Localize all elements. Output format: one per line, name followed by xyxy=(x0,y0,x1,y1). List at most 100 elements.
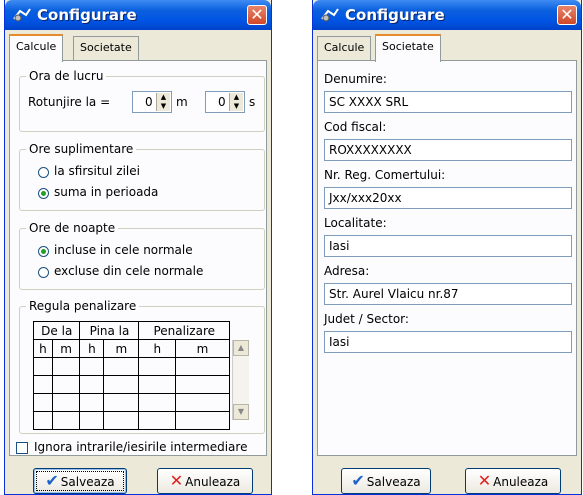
cell[interactable] xyxy=(138,393,177,412)
group-label: Ore de noapte xyxy=(26,221,119,235)
cod-fiscal-label: Cod fiscal: xyxy=(324,120,387,134)
window-title: Configurare xyxy=(345,6,445,24)
header-penalizare: Penalizare xyxy=(138,321,230,340)
adresa-field[interactable]: Str. Aurel Vlaicu nr.87 xyxy=(324,283,572,305)
radio-excluse[interactable] xyxy=(38,267,49,278)
cell[interactable] xyxy=(33,357,53,376)
cancel-label: Anuleaza xyxy=(185,475,241,489)
close-button[interactable]: ✕ xyxy=(247,5,267,25)
table-row[interactable] xyxy=(33,375,230,394)
localitate-field[interactable]: Iasi xyxy=(324,235,572,257)
cancel-button[interactable]: ✕ Anuleaza xyxy=(157,468,253,494)
minutes-unit: m xyxy=(176,95,188,109)
save-button[interactable]: ✔ Salveaza xyxy=(33,468,127,494)
subheader-cell: m xyxy=(103,339,140,358)
cancel-label: Anuleaza xyxy=(493,475,549,489)
cell[interactable] xyxy=(175,411,230,430)
nr-reg-comertului-field[interactable]: Jxx/xxx20xx xyxy=(324,187,572,209)
ora-de-lucru-group: Ora de lucru Rotunjire la = 0 ▲ ▼ m 0 ▲ ▼ … xyxy=(19,69,265,132)
cell[interactable] xyxy=(51,411,81,430)
scroll-down-icon[interactable]: ▼ xyxy=(233,404,249,420)
table-subheader-row: h m h m h m xyxy=(33,339,230,358)
cell[interactable] xyxy=(33,393,53,412)
cell[interactable] xyxy=(138,411,177,430)
radio-label: incluse in cele normale xyxy=(54,243,193,257)
cell[interactable] xyxy=(33,411,53,430)
cell[interactable] xyxy=(175,393,230,412)
cell[interactable] xyxy=(33,375,53,394)
cell[interactable] xyxy=(175,375,230,394)
configurare-window-societate: Configurare ✕ Calcule Societate Denumire… xyxy=(312,0,582,495)
app-icon xyxy=(321,8,339,22)
scroll-up-icon[interactable]: ▲ xyxy=(233,340,249,356)
localitate-label: Localitate: xyxy=(324,216,387,230)
table-row[interactable] xyxy=(33,357,230,376)
title-bar[interactable]: Configurare ✕ xyxy=(313,0,581,30)
save-label: Salveaza xyxy=(366,475,421,489)
title-bar[interactable]: Configurare ✕ xyxy=(5,0,271,30)
checkmark-icon: ✔ xyxy=(45,471,59,490)
subheader-cell: h xyxy=(138,339,177,358)
denumire-label: Denumire: xyxy=(324,72,387,86)
denumire-field[interactable]: SC XXXX SRL xyxy=(324,91,572,113)
tab-calcule[interactable]: Calcule xyxy=(9,34,64,62)
rotunjire-label: Rotunjire la = xyxy=(28,95,111,109)
cell[interactable] xyxy=(51,375,81,394)
radio-incluse[interactable] xyxy=(38,246,49,257)
judet-sector-field[interactable]: Iasi xyxy=(324,331,572,353)
cell[interactable] xyxy=(79,411,105,430)
close-icon: ✕ xyxy=(250,5,264,24)
cell[interactable] xyxy=(103,357,140,376)
radio-label: suma in perioada xyxy=(54,185,159,199)
app-icon xyxy=(13,8,31,22)
close-button[interactable]: ✕ xyxy=(557,5,577,25)
cell[interactable] xyxy=(51,357,81,376)
ignora-label: Ignora intrarile/iesirile intermediare xyxy=(34,440,248,454)
penalizare-table[interactable]: De la Pina la Penalizare h m h m h m xyxy=(32,321,230,430)
tab-societate[interactable]: Societate xyxy=(73,36,139,60)
minutes-spinner[interactable]: 0 ▲ ▼ xyxy=(132,91,172,113)
judet-sector-label: Judet / Sector: xyxy=(324,312,409,326)
cancel-button[interactable]: ✕ Anuleaza xyxy=(465,468,561,494)
tab-calcule[interactable]: Calcule xyxy=(317,36,372,60)
table-row[interactable] xyxy=(33,393,230,412)
group-label: Regula penalizare xyxy=(26,299,140,313)
header-pina-la: Pina la xyxy=(79,321,140,340)
header-de-la: De la xyxy=(32,321,81,340)
cell[interactable] xyxy=(103,411,140,430)
radio-la-sfirsitul-zilei[interactable] xyxy=(38,167,49,178)
subheader-cell: h xyxy=(33,339,53,358)
cell[interactable] xyxy=(79,393,105,412)
seconds-value: 0 xyxy=(218,95,226,109)
group-label: Ora de lucru xyxy=(26,69,107,83)
subheader-cell: m xyxy=(175,339,230,358)
seconds-unit: s xyxy=(249,95,256,109)
cell[interactable] xyxy=(138,375,177,394)
radio-suma-in-perioada[interactable] xyxy=(38,188,49,199)
cod-fiscal-field[interactable]: ROXXXXXXXX xyxy=(324,139,572,161)
subheader-cell: h xyxy=(79,339,105,358)
table-row[interactable] xyxy=(33,411,230,430)
adresa-label: Adresa: xyxy=(324,264,370,278)
save-button[interactable]: ✔ Salveaza xyxy=(341,468,431,494)
ignora-checkbox[interactable] xyxy=(16,442,28,454)
configurare-window-calcule: Configurare ✕ Calcule Societate Ora de l… xyxy=(4,0,272,495)
close-icon: ✕ xyxy=(560,5,574,24)
cell[interactable] xyxy=(175,357,230,376)
cell[interactable] xyxy=(103,375,140,394)
cross-icon: ✕ xyxy=(169,471,184,490)
tab-societate[interactable]: Societate xyxy=(375,34,441,62)
cell[interactable] xyxy=(103,393,140,412)
cell[interactable] xyxy=(79,357,105,376)
ore-de-noapte-group: Ore de noapte incluse in cele normale ex… xyxy=(19,221,265,290)
cell[interactable] xyxy=(51,393,81,412)
save-label: Salveaza xyxy=(60,475,115,489)
seconds-spinner[interactable]: 0 ▲ ▼ xyxy=(205,91,245,113)
cell[interactable] xyxy=(79,375,105,394)
spin-arrows-icon[interactable]: ▲ ▼ xyxy=(156,93,170,111)
spin-arrows-icon[interactable]: ▲ ▼ xyxy=(229,93,243,111)
cell[interactable] xyxy=(138,357,177,376)
table-scrollbar[interactable]: ▲ ▼ xyxy=(232,340,249,420)
regula-penalizare-group: Regula penalizare De la Pina la Penaliza… xyxy=(19,299,265,434)
tab-panel-calcule: Ora de lucru Rotunjire la = 0 ▲ ▼ m 0 ▲ ▼ … xyxy=(9,60,267,456)
